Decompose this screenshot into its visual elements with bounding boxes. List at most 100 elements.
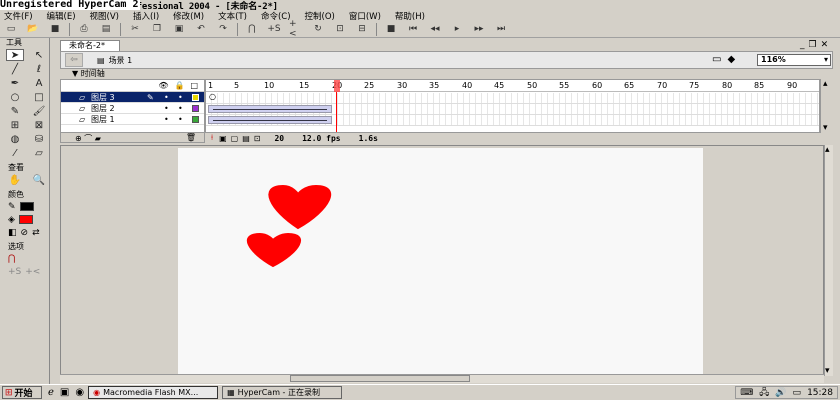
- close-icon[interactable]: ✕: [821, 40, 833, 50]
- zoom-tool-icon[interactable]: 🔍: [30, 174, 48, 186]
- onion-skin-icon[interactable]: ▣: [219, 134, 227, 143]
- snap-to-objects-icon[interactable]: ⋂: [8, 254, 15, 264]
- timeline-vertical-scrollbar[interactable]: ▴ ▾: [820, 79, 832, 133]
- visibility-dot[interactable]: •: [164, 115, 169, 124]
- open-folder-icon[interactable]: 📂: [26, 23, 40, 36]
- rotate-icon[interactable]: ↻: [311, 23, 325, 36]
- pencil-tool-icon[interactable]: ✎: [6, 105, 24, 117]
- layer-row-2[interactable]: ▱ 图层 2 • •: [61, 103, 204, 114]
- frame-ruler[interactable]: 1 5 10 15 20 25 30 35 40 45 50 55 60 65 …: [206, 80, 819, 92]
- visibility-dot[interactable]: •: [164, 93, 169, 102]
- eye-icon[interactable]: 👁: [158, 81, 168, 90]
- outline-color-box[interactable]: [192, 94, 199, 101]
- cut-icon[interactable]: ✂: [128, 23, 142, 36]
- arrow-tool-icon[interactable]: ➤: [6, 49, 24, 61]
- ie-icon[interactable]: ℯ: [48, 387, 54, 398]
- add-guide-layer-icon[interactable]: ⌒: [84, 134, 92, 143]
- scroll-up-icon[interactable]: ▴: [823, 79, 828, 89]
- lock-dot[interactable]: •: [178, 115, 183, 124]
- paste-icon[interactable]: ▣: [172, 23, 186, 36]
- menu-control[interactable]: 控制(O): [305, 10, 335, 22]
- step-forward-icon[interactable]: ▸▸: [472, 23, 486, 36]
- stage-vertical-scrollbar[interactable]: ▴ ▾: [824, 145, 833, 376]
- document-tab[interactable]: 未命名-2*: [60, 40, 120, 51]
- menu-insert[interactable]: 插入(I): [133, 10, 159, 22]
- edit-multiple-frames-icon[interactable]: ▤: [242, 134, 250, 143]
- monitor-icon[interactable]: ▭: [793, 388, 802, 398]
- minimize-icon[interactable]: _: [800, 40, 809, 50]
- step-back-icon[interactable]: ◂◂: [428, 23, 442, 36]
- insert-layer-icon[interactable]: ⊕: [75, 134, 82, 143]
- redo-icon[interactable]: ↷: [216, 23, 230, 36]
- menu-text[interactable]: 文本(T): [218, 10, 247, 22]
- restore-icon[interactable]: ❐: [809, 40, 821, 50]
- brush-tool-icon[interactable]: 🖌: [30, 105, 48, 117]
- menu-view[interactable]: 视图(V): [90, 10, 119, 22]
- start-button[interactable]: ⊞ 开始: [2, 386, 42, 399]
- smooth-option-icon[interactable]: +S: [8, 267, 21, 277]
- lock-dot[interactable]: •: [178, 93, 183, 102]
- fill-color-swatch[interactable]: [18, 215, 33, 224]
- print-preview-icon[interactable]: ▤: [99, 23, 113, 36]
- straighten-icon[interactable]: +<: [289, 19, 303, 39]
- menu-commands[interactable]: 命令(C): [261, 10, 291, 22]
- menu-help[interactable]: 帮助(H): [395, 10, 425, 22]
- print-icon[interactable]: ⎙: [77, 23, 91, 36]
- visibility-dot[interactable]: •: [164, 104, 169, 113]
- empty-keyframe-icon[interactable]: ○: [209, 92, 216, 101]
- rectangle-tool-icon[interactable]: □: [30, 91, 48, 103]
- oval-tool-icon[interactable]: ○: [6, 91, 24, 103]
- menu-edit[interactable]: 编辑(E): [47, 10, 76, 22]
- insert-folder-icon[interactable]: ▰: [95, 134, 101, 143]
- outline-color-box[interactable]: [192, 105, 199, 112]
- black-white-icon[interactable]: ◧: [8, 228, 17, 238]
- straighten-option-icon[interactable]: +<: [25, 267, 40, 277]
- heart-shape-large[interactable]: [268, 184, 332, 230]
- stop-icon[interactable]: ■: [384, 23, 398, 36]
- stage-canvas[interactable]: [178, 148, 703, 374]
- back-arrow-icon[interactable]: ⇦: [65, 53, 83, 67]
- undo-icon[interactable]: ↶: [194, 23, 208, 36]
- playhead[interactable]: [334, 80, 340, 92]
- keyboard-icon[interactable]: ⌨: [740, 388, 753, 398]
- taskbar-hypercam[interactable]: ▦ HyperCam - 正在录制: [222, 386, 343, 399]
- lock-dot[interactable]: •: [178, 104, 183, 113]
- smooth-icon[interactable]: +S: [267, 23, 281, 36]
- scroll-down-icon[interactable]: ▾: [823, 123, 828, 133]
- collapse-triangle-icon[interactable]: ▼: [72, 69, 78, 78]
- hand-tool-icon[interactable]: ✋: [6, 174, 24, 186]
- copy-icon[interactable]: ❐: [150, 23, 164, 36]
- outlook-icon[interactable]: ◉: [75, 387, 84, 398]
- lasso-tool-icon[interactable]: ℓ: [30, 63, 48, 75]
- ink-bottle-tool-icon[interactable]: ◍: [6, 133, 24, 145]
- layer-row-1[interactable]: ▱ 图层 1 • •: [61, 114, 204, 125]
- eyedropper-tool-icon[interactable]: ⁄: [6, 147, 24, 159]
- line-tool-icon[interactable]: ╱: [6, 63, 24, 75]
- new-file-icon[interactable]: ▭: [4, 23, 18, 36]
- onion-markers-icon[interactable]: ⊡: [254, 134, 261, 143]
- chevron-down-icon[interactable]: ▾: [824, 55, 828, 65]
- center-frame-icon[interactable]: ⍿: [211, 133, 213, 143]
- menu-window[interactable]: 窗口(W): [349, 10, 381, 22]
- outline-color-box[interactable]: [192, 116, 199, 123]
- heart-shape-small[interactable]: [247, 232, 301, 268]
- subselect-tool-icon[interactable]: ↖: [30, 49, 48, 61]
- scene-breadcrumb[interactable]: ▤ 场景 1: [97, 55, 132, 66]
- stroke-color-swatch[interactable]: [19, 202, 34, 211]
- layer-row-3[interactable]: ▱ 图层 3 ✎ • •: [61, 92, 204, 103]
- horizontal-scroll-thumb[interactable]: [290, 375, 470, 382]
- pen-tool-icon[interactable]: ✒: [6, 77, 24, 89]
- play-icon[interactable]: ▸: [450, 23, 464, 36]
- edit-symbol-icon[interactable]: ◆: [727, 54, 741, 65]
- swap-colors-icon[interactable]: ⇄: [32, 228, 40, 238]
- save-icon[interactable]: ■: [48, 23, 62, 36]
- menu-file[interactable]: 文件(F): [4, 10, 33, 22]
- align-icon[interactable]: ⊟: [355, 23, 369, 36]
- scroll-up-icon[interactable]: ▴: [825, 145, 830, 155]
- explorer-icon[interactable]: ▣: [60, 387, 69, 398]
- volume-icon[interactable]: 🔊: [775, 388, 786, 398]
- scroll-down-icon[interactable]: ▾: [825, 366, 830, 376]
- paint-bucket-tool-icon[interactable]: ⛁: [30, 133, 48, 145]
- motion-tween-span[interactable]: [208, 116, 332, 124]
- free-transform-tool-icon[interactable]: ⊞: [6, 119, 24, 131]
